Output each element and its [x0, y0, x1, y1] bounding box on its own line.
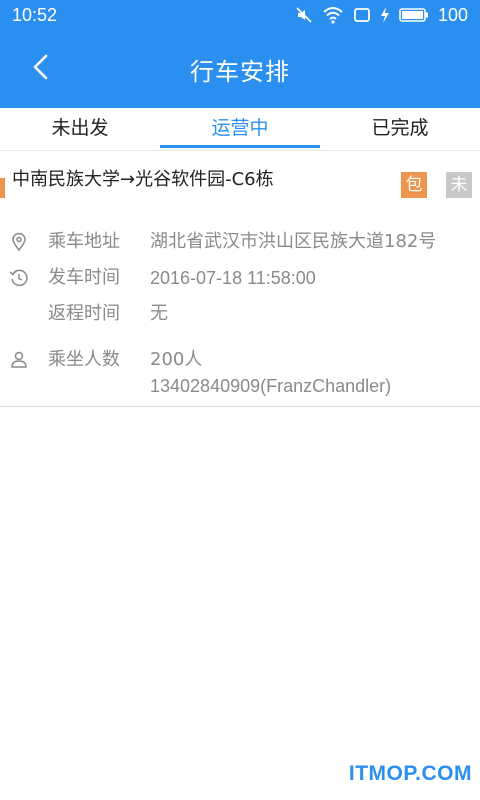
- person-icon: [9, 350, 29, 370]
- address-value: 湖北省武汉市洪山区民族大道182号: [150, 231, 437, 252]
- mute-icon: [295, 6, 313, 24]
- tab-in-operation[interactable]: 运营中: [160, 108, 320, 150]
- tab-completed[interactable]: 已完成: [320, 108, 480, 150]
- page-title: 行车安排: [190, 58, 290, 86]
- watermark: ITMOP.COM: [348, 762, 472, 785]
- divider: [0, 150, 480, 151]
- depart-time-row: 发车时间 2016-07-18 11:58:00: [0, 264, 480, 294]
- app-header: 行车安排: [0, 30, 480, 108]
- screen-icon: [353, 7, 371, 23]
- passenger-row: 乘坐人数 200人 13402840909(FranzChandler): [0, 346, 480, 402]
- clock-icon: [9, 268, 29, 288]
- address-label: 乘车地址: [48, 231, 120, 252]
- accent-bar: [0, 178, 5, 198]
- return-time-row: 返程时间 无: [0, 300, 480, 330]
- return-time-value: 无: [150, 303, 168, 324]
- address-row: 乘车地址 湖北省武汉市洪山区民族大道182号: [0, 228, 480, 258]
- status-badge: 未: [446, 172, 472, 198]
- depart-time-label: 发车时间: [48, 267, 120, 288]
- passenger-count-value: 200人: [150, 349, 203, 370]
- status-icons: 100: [295, 5, 468, 26]
- tab-not-departed[interactable]: 未出发: [0, 108, 160, 150]
- trip-card[interactable]: 中南民族大学→光谷软件园-C6栋 包 未 乘车地址 湖北省武汉市洪山区民族大道1…: [0, 160, 480, 406]
- wifi-icon: [322, 6, 344, 24]
- battery-icon: [399, 7, 429, 23]
- depart-time-value: 2016-07-18 11:58:00: [150, 268, 316, 288]
- location-pin-icon: [9, 232, 29, 252]
- card-divider: [0, 406, 480, 407]
- tab-bar: 未出发 运营中 已完成: [0, 108, 480, 150]
- charter-badge: 包: [401, 172, 427, 198]
- route-title: 中南民族大学→光谷软件园-C6栋: [12, 169, 274, 190]
- status-time: 10:52: [12, 4, 58, 25]
- charging-icon: [380, 6, 390, 24]
- battery-level: 100: [437, 4, 468, 25]
- return-time-label: 返程时间: [48, 303, 120, 324]
- status-bar: 10:52 100: [0, 0, 480, 30]
- passenger-count-label: 乘坐人数: [48, 349, 120, 370]
- contact-value: 13402840909(FranzChandler): [150, 376, 392, 396]
